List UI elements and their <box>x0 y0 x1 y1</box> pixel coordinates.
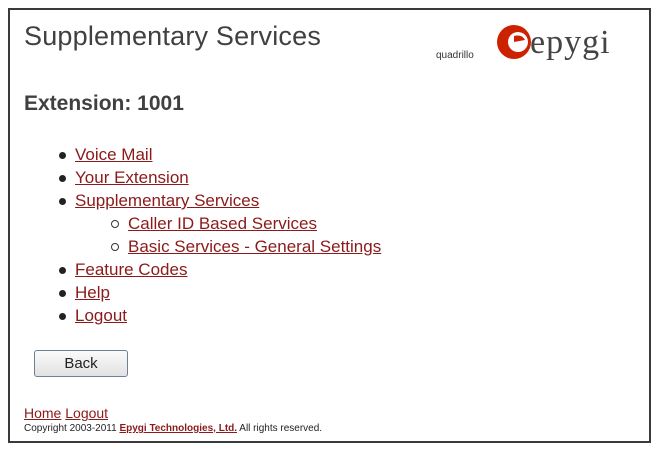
bullet-disc-icon <box>59 267 66 274</box>
footer-links: Home Logout <box>24 405 108 421</box>
extension-title: Extension: 1001 <box>24 92 184 115</box>
bullet-disc-icon <box>59 152 66 159</box>
company-link[interactable]: Epygi Technologies, Ltd. <box>119 423 237 434</box>
link-supplementary-services[interactable]: Supplementary Services <box>75 191 259 210</box>
nav-menu: Voice Mail Your Extension Supplementary … <box>10 143 649 327</box>
header: Supplementary Services quadrillo epygi <box>10 10 649 72</box>
bullet-disc-icon <box>59 198 66 205</box>
nav-item-supplementary-services: Supplementary Services <box>10 189 649 212</box>
bullet-circle-icon <box>111 220 119 228</box>
epygi-logo: quadrillo epygi <box>436 22 646 68</box>
epygi-logo-icon <box>497 25 531 59</box>
nav-item-voice-mail: Voice Mail <box>10 143 649 166</box>
copyright-suffix: All rights reserved. <box>237 423 323 434</box>
nav-item-logout: Logout <box>10 304 649 327</box>
link-voice-mail[interactable]: Voice Mail <box>75 145 152 164</box>
link-feature-codes[interactable]: Feature Codes <box>75 260 187 279</box>
nav-item-help: Help <box>10 281 649 304</box>
nav-item-your-extension: Your Extension <box>10 166 649 189</box>
link-basic-services-general-settings[interactable]: Basic Services - General Settings <box>128 237 381 256</box>
page-title: Supplementary Services <box>24 21 322 51</box>
footer-home-link[interactable]: Home <box>24 405 61 421</box>
bullet-disc-icon <box>59 175 66 182</box>
bullet-circle-icon <box>111 243 119 251</box>
copyright-prefix: Copyright 2003-2011 <box>24 423 120 434</box>
nav-item-basic-services-general-settings: Basic Services - General Settings <box>10 235 649 258</box>
link-help[interactable]: Help <box>75 283 110 302</box>
nav-item-caller-id-based-services: Caller ID Based Services <box>10 212 649 235</box>
link-your-extension[interactable]: Your Extension <box>75 168 189 187</box>
bullet-disc-icon <box>59 290 66 297</box>
bullet-disc-icon <box>59 313 66 320</box>
nav-item-feature-codes: Feature Codes <box>10 258 649 281</box>
logo-tagline: quadrillo <box>436 50 474 61</box>
logo-brand: epygi <box>530 24 611 61</box>
copyright: Copyright 2003-2011 Epygi Technologies, … <box>24 423 322 434</box>
link-caller-id-based-services[interactable]: Caller ID Based Services <box>128 214 317 233</box>
back-button[interactable]: Back <box>34 350 128 377</box>
page-frame: Supplementary Services quadrillo epygi E… <box>8 8 651 443</box>
link-logout[interactable]: Logout <box>75 306 127 325</box>
footer-logout-link[interactable]: Logout <box>65 405 108 421</box>
